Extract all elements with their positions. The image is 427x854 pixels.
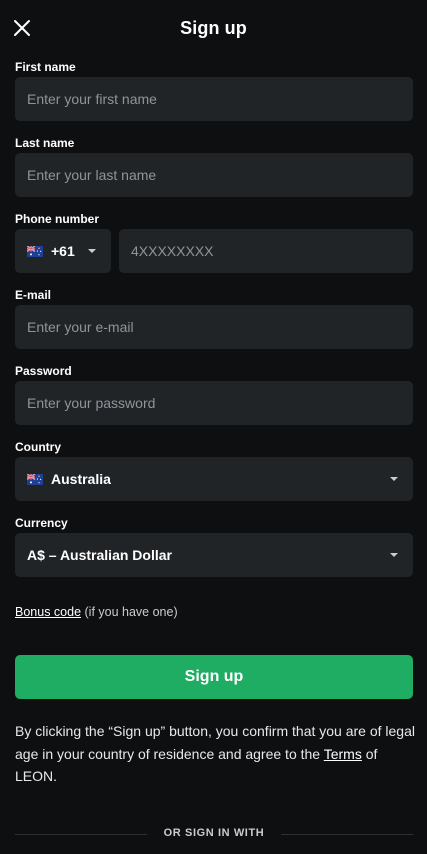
page-title: Sign up — [180, 18, 247, 38]
last-name-field[interactable]: Enter your last name — [15, 153, 413, 197]
bonus-code-link[interactable]: Bonus code — [15, 605, 81, 619]
currency-label: Currency — [15, 516, 68, 530]
email-label: E-mail — [15, 288, 52, 302]
chevron-down-icon — [390, 477, 398, 481]
sign-up-button[interactable]: Sign up — [15, 655, 413, 699]
country-value: Australia — [51, 471, 111, 487]
password-label: Password — [15, 364, 72, 378]
currency-select[interactable]: A$ – Australian Dollar — [15, 533, 413, 577]
australia-flag-icon — [27, 473, 43, 485]
first-name-label: First name — [15, 60, 76, 74]
chevron-down-icon — [88, 249, 96, 253]
terms-link[interactable]: Terms — [324, 746, 362, 762]
country-code-value: +61 — [51, 243, 75, 259]
bonus-code-row: Bonus code (if you have one) — [15, 605, 178, 619]
first-name-field[interactable]: Enter your first name — [15, 77, 413, 121]
divider-text: OR SIGN IN WITH — [163, 827, 265, 839]
password-field[interactable]: Enter your password — [15, 381, 413, 425]
phone-label: Phone number — [15, 212, 100, 226]
social-divider: OR SIGN IN WITH — [15, 826, 413, 842]
signup-page: Sign up First name Enter your first name… — [0, 0, 427, 854]
country-label: Country — [15, 440, 61, 454]
country-select[interactable]: Australia — [15, 457, 413, 501]
country-code-select[interactable]: +61 — [15, 229, 111, 273]
last-name-label: Last name — [15, 136, 75, 150]
email-field[interactable]: Enter your e-mail — [15, 305, 413, 349]
header: Sign up — [0, 0, 427, 58]
chevron-down-icon — [390, 553, 398, 557]
bonus-code-note: (if you have one) — [84, 605, 178, 619]
australia-flag-icon — [27, 245, 43, 257]
currency-value: A$ – Australian Dollar — [27, 547, 172, 563]
phone-field[interactable]: 4XXXXXXXX — [119, 229, 413, 273]
legal-text: By clicking the “Sign up” button, you co… — [15, 720, 415, 788]
